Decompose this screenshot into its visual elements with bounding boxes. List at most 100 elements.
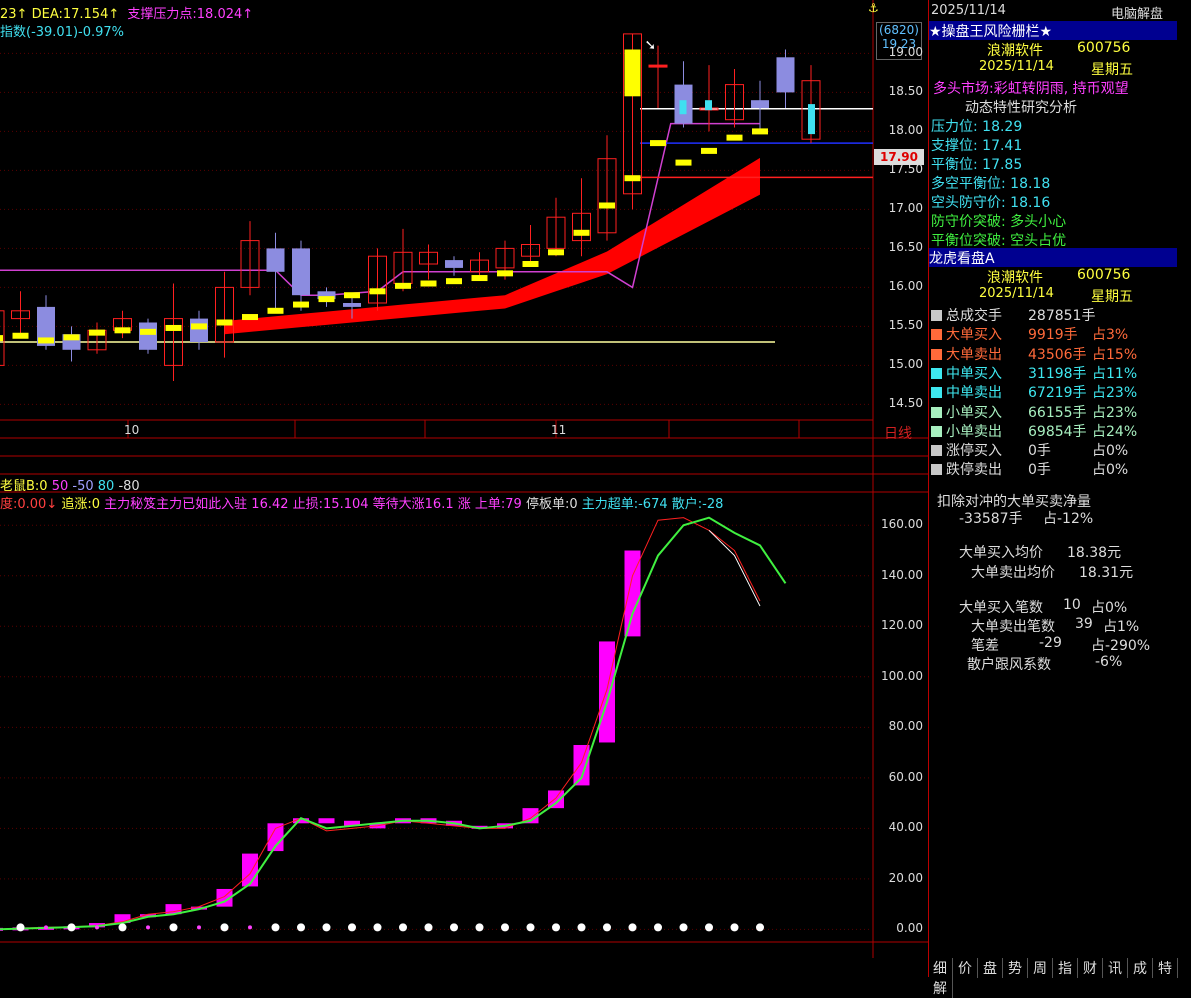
signal-dot (169, 923, 178, 932)
indicator-bar (599, 641, 615, 743)
flow-value: 31198手 (1028, 365, 1087, 382)
sell-count: 39 (1075, 616, 1093, 632)
indicator-retail: 散户:-28 (671, 497, 724, 512)
indicator-tick-label: 40.00 (888, 820, 923, 835)
nav-tab[interactable]: 指 (1053, 958, 1078, 978)
signal-dot (146, 925, 150, 930)
signal-dot (271, 923, 280, 932)
dragon-title-bar[interactable]: 龙虎看盘A (929, 248, 1177, 267)
up-arrow: ↑ (242, 7, 254, 22)
indicator-tick-label: 140.00 (881, 567, 923, 582)
signal-dot (348, 923, 356, 932)
ma-dash (471, 275, 488, 282)
price-tick-label: 18.50 (888, 84, 923, 99)
signal-dot (322, 923, 331, 932)
flow-row: 小单买入 66155手 占23% (931, 402, 1137, 422)
nav-tab[interactable]: 盘 (978, 958, 1003, 978)
ma-dash (191, 323, 207, 330)
flow-name: 中单卖出 (946, 385, 1002, 402)
ma-dash (0, 335, 3, 342)
ma-dash (701, 147, 717, 154)
diff-value: -29 (1039, 635, 1062, 651)
analysis-title: 动态特性研究分析 (965, 100, 1077, 116)
signal-dot (501, 923, 509, 932)
flow-swatch (931, 425, 942, 437)
period-label[interactable]: 日线 (884, 423, 912, 443)
ma-dash (12, 332, 29, 339)
flow-row: 中单买入 31198手 占11% (931, 363, 1137, 383)
nav-tab[interactable]: 成 (1128, 958, 1153, 978)
panel-date: 2025/11/14 (931, 3, 1006, 18)
cyan-marker (679, 100, 687, 115)
signal-dot (197, 925, 201, 930)
flow-name: 跌停卖出 (946, 462, 1002, 479)
price-header: 23↑ DEA:17.154↑ 支撑压力点:18.024↑ (0, 3, 253, 22)
ma-dash (497, 270, 513, 277)
flow-row: 大单卖出 43506手 占15% (931, 344, 1137, 364)
ma-dash (114, 327, 131, 334)
volume-name: 老鼠B:0 (0, 479, 48, 494)
nav-tab[interactable]: 解 (928, 978, 953, 998)
flow-pct: 占23% (1092, 385, 1138, 402)
dea-label: DEA:17.154 (31, 7, 109, 22)
defense-break: 防守价突破: 多头小心 (931, 214, 1067, 230)
signal-dot (552, 923, 560, 932)
nav-tab[interactable]: 周 (1028, 958, 1053, 978)
flow-swatch (931, 445, 942, 457)
nav-tab[interactable]: 价 (953, 958, 978, 978)
stock-name-2: 浪潮软件 (987, 270, 1043, 286)
signal-dot (730, 923, 739, 932)
x-label-10: 10 (124, 423, 140, 437)
ma-dash (63, 334, 80, 341)
flow-row: 大单买入 9919手 占3% (931, 324, 1128, 344)
nav-tab[interactable]: 势 (1003, 958, 1028, 978)
net-pct: 占-12% (1043, 511, 1094, 527)
ma-dash (293, 301, 309, 308)
support-ribbon (224, 157, 760, 335)
flow-value: 0手 (1028, 462, 1051, 479)
ma-dash (624, 175, 641, 182)
signal-dot (450, 923, 458, 932)
ls-balance-level: 多空平衡位: 18.18 (931, 176, 1051, 192)
nav-tab[interactable]: 细 (928, 958, 953, 978)
ma-dash (242, 314, 258, 321)
up-arrow: ↑ (16, 7, 28, 22)
diff-pct: 占-290% (1091, 638, 1151, 654)
nav-tab[interactable]: 财 (1078, 958, 1103, 978)
candle-body (139, 322, 157, 350)
signal-dot (603, 923, 611, 932)
panel-date-3: 2025/11/14 (979, 286, 1054, 301)
signal-dot (475, 923, 484, 932)
market-state: 多头市场:彩虹转阴雨, 持币观望 (933, 81, 1129, 97)
support-label: 支撑压力点:18.024 (127, 7, 243, 22)
flow-value: 9919手 (1028, 327, 1078, 344)
risk-title-bar[interactable]: ★操盘王风险栅栏★ (929, 21, 1177, 40)
indicator-header: 度:0.00↓ 追涨:0 主力秘笈主力已如此入驻 16.42 止损:15.104… (0, 493, 723, 512)
price-tick-label: 15.50 (888, 318, 923, 333)
flow-name: 大单买入 (946, 327, 1002, 344)
indicator-chase: 追涨:0 (61, 497, 101, 512)
signal-dot (220, 923, 229, 932)
candle-body (266, 248, 285, 272)
flow-name: 涨停买入 (946, 443, 1002, 460)
nav-tab[interactable]: 特 (1153, 958, 1178, 978)
ma-dash (650, 140, 666, 147)
price-tick-label: 16.50 (888, 240, 923, 255)
indicator-tick-label: 0.00 (896, 921, 923, 936)
volume-v2: -50 (72, 479, 94, 494)
anchor-icon[interactable]: ⚓ (868, 1, 879, 15)
retail-value: -6% (1095, 654, 1123, 670)
panel-weekday-2: 星期五 (1091, 62, 1133, 78)
sell-count-pct: 占1% (1103, 619, 1140, 635)
ma-dash (522, 261, 539, 267)
ma-dash (573, 229, 590, 236)
ma-dash (548, 249, 564, 256)
flow-row: 跌停卖出 0手 占0% (931, 459, 1128, 479)
x-label-11: 11 (551, 423, 567, 437)
ma-dash (446, 278, 462, 285)
panel-mode[interactable]: 电脑解盘 (1111, 3, 1163, 22)
up-arrow: ↑ (108, 7, 120, 22)
nav-tab[interactable]: 讯 (1103, 958, 1128, 978)
volume-v3: 80 (97, 479, 115, 494)
panel-weekday-3: 星期五 (1091, 289, 1133, 305)
